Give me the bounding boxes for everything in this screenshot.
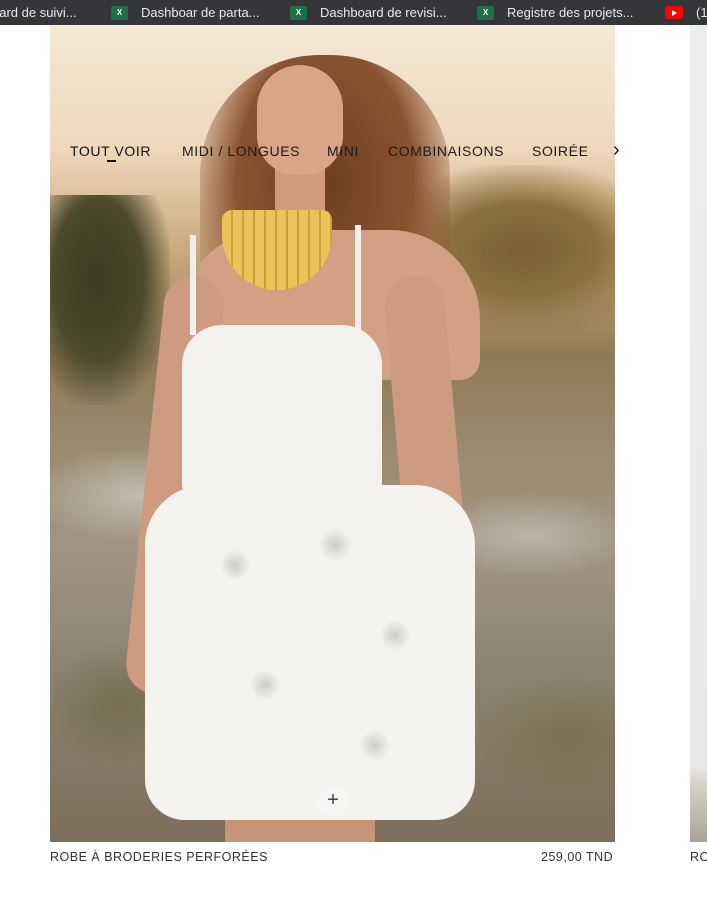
bookmarks-bar: oard de suivi... X Dashboar de parta... … — [0, 0, 707, 25]
bookmark-label: oard de suivi... — [0, 5, 77, 20]
bookmark-item[interactable]: X Dashboard de revisi... — [290, 0, 446, 25]
excel-icon: X — [111, 5, 128, 20]
excel-icon: X — [290, 5, 307, 20]
plus-icon: + — [327, 789, 339, 811]
quick-add-button[interactable]: + — [318, 786, 348, 816]
bookmark-label: (1 — [696, 5, 707, 20]
dress-skirt — [145, 485, 475, 820]
tab-combinaisons[interactable]: COMBINAISONS — [388, 143, 504, 159]
bookmark-label: Registre des projets... — [507, 5, 634, 20]
tab-soiree[interactable]: SOIRÉE — [532, 143, 589, 159]
background-trees — [50, 195, 170, 405]
youtube-icon — [665, 6, 683, 19]
dress-strap — [190, 235, 196, 335]
excel-icon: X — [477, 5, 494, 20]
tab-mini[interactable]: MINI — [327, 143, 359, 159]
bookmark-item[interactable]: X Dashboar de parta... — [111, 0, 260, 25]
product-name[interactable]: ROBE À BRODERIES PERFORÉES — [50, 850, 268, 864]
tab-tout-voir[interactable]: TOUT VOIR — [70, 143, 151, 159]
bookmark-label: Dashboard de revisi... — [320, 5, 447, 20]
next-product-image[interactable] — [690, 25, 707, 842]
next-product-name[interactable]: RO — [690, 850, 707, 864]
active-tab-indicator — [107, 160, 116, 162]
dress-strap — [355, 225, 361, 330]
category-tabs: TOUT VOIR MIDI / LONGUES MINI COMBINAISO… — [50, 139, 620, 169]
tab-midi-longues[interactable]: MIDI / LONGUES — [182, 143, 300, 159]
bookmark-item[interactable]: oard de suivi... — [0, 0, 77, 25]
bookmark-item[interactable]: (1 — [665, 0, 707, 25]
bookmark-item[interactable]: X Registre des projets... — [477, 0, 633, 25]
product-price: 259,00 TND — [541, 850, 614, 864]
dress-bodice — [182, 325, 382, 495]
chevron-right-icon[interactable]: › — [613, 139, 627, 163]
bookmark-label: Dashboar de parta... — [141, 5, 260, 20]
